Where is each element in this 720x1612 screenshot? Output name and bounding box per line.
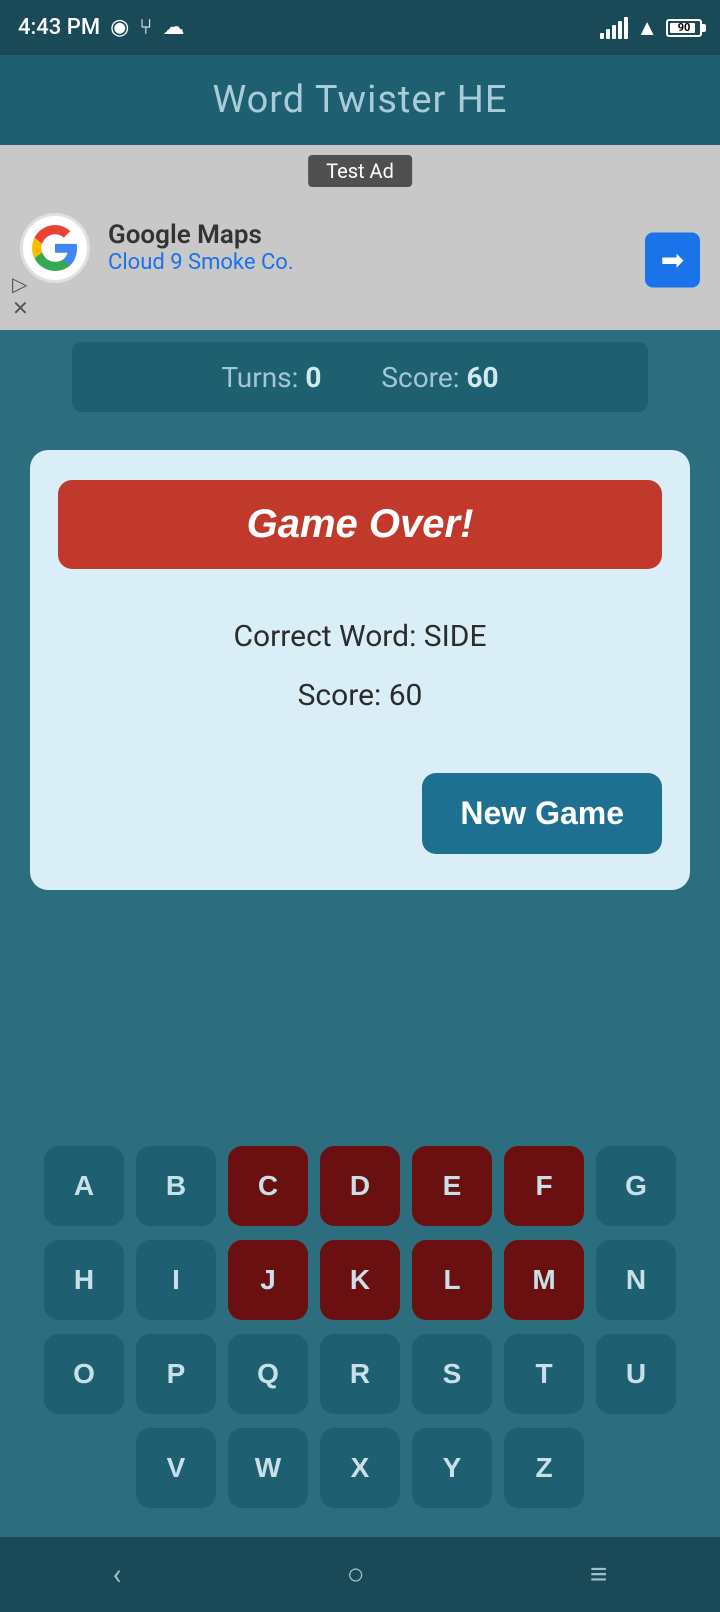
- app-title: Word Twister HE: [212, 78, 507, 122]
- key-row-2: H I J K L M N: [10, 1240, 710, 1320]
- key-n[interactable]: N: [596, 1240, 676, 1320]
- key-m[interactable]: M: [504, 1240, 584, 1320]
- key-v[interactable]: V: [136, 1428, 216, 1508]
- app-header: Word Twister HE: [0, 55, 720, 145]
- score-bar: Turns: 0 Score: 60: [72, 342, 648, 412]
- score-value: 60: [466, 361, 498, 394]
- status-right: ▲ 90: [600, 15, 702, 41]
- ad-arrow-icon[interactable]: ➡: [645, 232, 700, 287]
- status-left: 4:43 PM ◉ ⑂ ☁: [18, 15, 184, 40]
- ad-company: Google Maps: [108, 220, 294, 250]
- key-b[interactable]: B: [136, 1146, 216, 1226]
- turns-value: 0: [305, 361, 321, 394]
- key-u[interactable]: U: [596, 1334, 676, 1414]
- battery-icon: 90: [666, 19, 702, 37]
- usb-icon: ⑂: [139, 15, 152, 40]
- key-y[interactable]: Y: [412, 1428, 492, 1508]
- key-h[interactable]: H: [44, 1240, 124, 1320]
- status-bar: 4:43 PM ◉ ⑂ ☁ ▲ 90: [0, 0, 720, 55]
- nav-home-icon[interactable]: ○: [347, 1557, 365, 1592]
- ad-text: Google Maps Cloud 9 Smoke Co.: [108, 220, 294, 275]
- key-w[interactable]: W: [228, 1428, 308, 1508]
- key-l[interactable]: L: [412, 1240, 492, 1320]
- key-f[interactable]: F: [504, 1146, 584, 1226]
- key-row-1: A B C D E F G: [10, 1146, 710, 1226]
- key-z[interactable]: Z: [504, 1428, 584, 1508]
- key-g[interactable]: G: [596, 1146, 676, 1226]
- game-over-dialog: Game Over! Correct Word: SIDE Score: 60 …: [30, 450, 690, 890]
- new-game-button[interactable]: New Game: [422, 773, 662, 854]
- nav-back-icon[interactable]: ‹: [113, 1557, 122, 1592]
- key-r[interactable]: R: [320, 1334, 400, 1414]
- key-a[interactable]: A: [44, 1146, 124, 1226]
- ad-subtitle: Cloud 9 Smoke Co.: [108, 250, 294, 275]
- correct-word-label: Correct Word: SIDE: [58, 619, 662, 654]
- ad-logo: [20, 213, 90, 283]
- ad-banner[interactable]: Test Ad Google Maps Cloud 9 Smoke Co. ➡ …: [0, 145, 720, 330]
- key-o[interactable]: O: [44, 1334, 124, 1414]
- key-j[interactable]: J: [228, 1240, 308, 1320]
- whatsapp-icon: ◉: [110, 15, 129, 40]
- status-time: 4:43 PM: [18, 15, 100, 40]
- nav-bar: ‹ ○ ≡: [0, 1537, 720, 1612]
- key-row-4: V W X Y Z: [10, 1428, 710, 1508]
- ad-close-icon[interactable]: ✕: [12, 298, 29, 318]
- signal-icon: [600, 17, 628, 39]
- key-row-3: O P Q R S T U: [10, 1334, 710, 1414]
- key-e[interactable]: E: [412, 1146, 492, 1226]
- cloud-icon: ☁: [162, 15, 184, 40]
- key-d[interactable]: D: [320, 1146, 400, 1226]
- key-k[interactable]: K: [320, 1240, 400, 1320]
- key-x[interactable]: X: [320, 1428, 400, 1508]
- ad-controls: ▷ ✕: [12, 274, 29, 318]
- wifi-icon: ▲: [636, 15, 658, 41]
- game-over-title: Game Over!: [58, 480, 662, 569]
- keyboard: A B C D E F G H I J K L M N O P Q R S T …: [0, 1128, 720, 1532]
- key-q[interactable]: Q: [228, 1334, 308, 1414]
- key-i[interactable]: I: [136, 1240, 216, 1320]
- nav-menu-icon[interactable]: ≡: [590, 1557, 608, 1592]
- dialog-score-label: Score: 60: [58, 678, 662, 713]
- ad-label: Test Ad: [308, 155, 412, 187]
- key-c[interactable]: C: [228, 1146, 308, 1226]
- turns-label: Turns: 0: [221, 361, 321, 394]
- key-p[interactable]: P: [136, 1334, 216, 1414]
- key-t[interactable]: T: [504, 1334, 584, 1414]
- score-label: Score: 60: [381, 361, 498, 394]
- key-s[interactable]: S: [412, 1334, 492, 1414]
- ad-play-icon: ▷: [12, 274, 29, 294]
